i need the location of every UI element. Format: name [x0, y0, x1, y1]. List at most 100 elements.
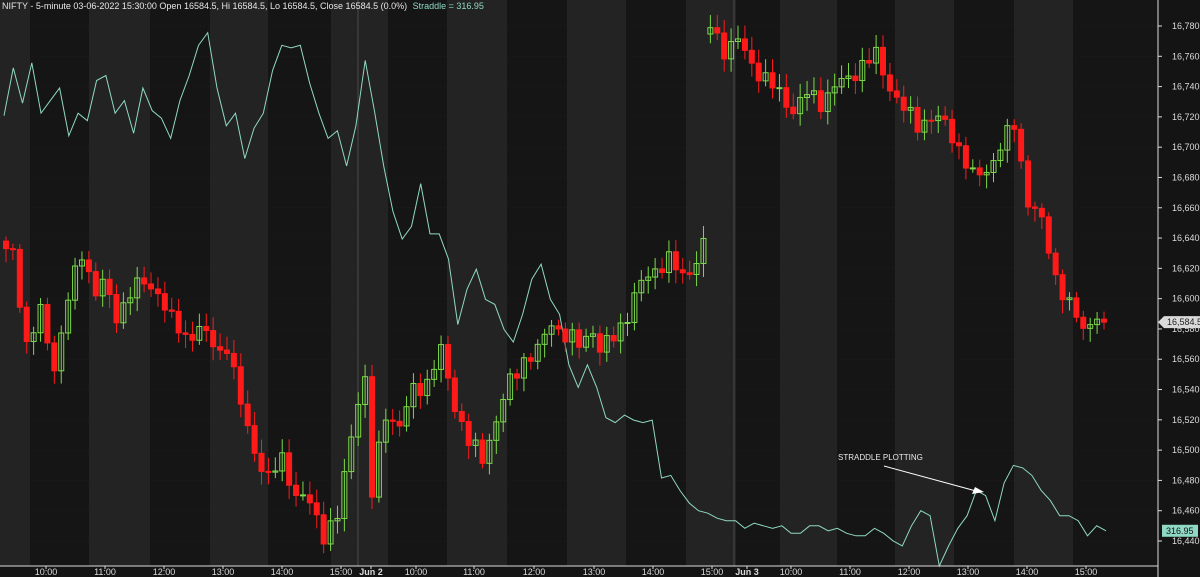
x-tick-label: 11:00	[94, 567, 116, 577]
hour-band	[447, 0, 507, 566]
candle-body	[914, 106, 921, 133]
candle-body	[369, 376, 375, 498]
candle-body	[451, 377, 458, 413]
candle-body	[976, 167, 983, 176]
candle-body	[880, 46, 887, 76]
candle-body	[9, 248, 16, 251]
candle-body	[389, 419, 396, 422]
candle-body	[672, 251, 679, 271]
candle-body	[293, 484, 300, 496]
candle-body	[949, 118, 956, 144]
x-tick-label: 13:00	[212, 567, 235, 577]
candle-body	[148, 283, 155, 290]
y-tick-label: 16,480	[1172, 475, 1200, 485]
x-tick-label: 11:00	[839, 567, 861, 577]
y-tick-label: 16,600	[1172, 294, 1200, 304]
candle-body	[1080, 316, 1087, 329]
x-tick-label: 15:00	[701, 567, 724, 577]
x-tick-label: 14:00	[1016, 567, 1039, 577]
candle-body	[182, 332, 189, 335]
candle-body	[1045, 216, 1052, 254]
candle-body	[203, 326, 210, 332]
candle-body	[106, 278, 113, 296]
candle-body	[942, 115, 949, 120]
candle-body	[514, 373, 521, 379]
x-tick-label: 14:00	[271, 567, 294, 577]
y-tick-label: 16,660	[1172, 203, 1200, 213]
candle-body	[299, 494, 306, 497]
candle-body	[576, 329, 583, 348]
y-tick-label: 16,620	[1172, 263, 1200, 273]
candle-body	[527, 357, 534, 362]
candle-body	[748, 49, 755, 64]
y-tick-label: 16,740	[1172, 82, 1200, 92]
x-tick-label: 13:00	[957, 567, 980, 577]
candle-body	[686, 272, 693, 275]
straddle-marker-label: 316.95	[1166, 526, 1194, 536]
candle-body	[3, 240, 9, 250]
x-tick-label: 12:00	[153, 567, 176, 577]
x-tick-label: 10:00	[405, 567, 428, 577]
candle-body	[1073, 297, 1080, 318]
candle-body	[624, 321, 631, 324]
candle-body	[886, 74, 893, 92]
candle-body	[1101, 318, 1107, 323]
candle-body	[769, 72, 776, 89]
candle-body	[479, 439, 486, 464]
candle-body	[1059, 274, 1066, 301]
candle-body	[721, 32, 728, 60]
y-tick-label: 16,720	[1172, 112, 1200, 122]
y-tick-label: 16,460	[1172, 506, 1200, 516]
candle-body	[51, 342, 58, 372]
hour-band	[0, 0, 30, 566]
candle-body	[596, 333, 603, 353]
candle-body	[900, 96, 907, 111]
x-tick-label: 14:00	[642, 567, 665, 577]
candle-body	[230, 352, 237, 368]
y-tick-label: 16,560	[1172, 354, 1200, 364]
candle-body	[1052, 252, 1059, 276]
candle-body	[85, 259, 92, 273]
candle-body	[776, 87, 783, 90]
candle-body	[161, 293, 168, 311]
chart-canvas: 16,440 16,460 16,480 16,500 16,520 16,540 16,5…	[0, 0, 1200, 577]
candle-body	[223, 349, 230, 354]
candle-body	[210, 330, 217, 348]
candle-body	[320, 514, 327, 545]
hour-band	[780, 0, 837, 566]
candle-body	[790, 106, 797, 115]
x-tick-label: 10:00	[780, 567, 803, 577]
candle-body	[417, 382, 424, 397]
x-tick-label: Jun 3	[735, 567, 759, 577]
candle-body	[741, 38, 748, 51]
hour-band	[567, 0, 626, 566]
candle-body	[1018, 128, 1025, 162]
y-tick-label: 16,700	[1172, 142, 1200, 152]
candle-body	[714, 27, 721, 34]
candle	[16, 244, 23, 313]
candle-body	[1038, 207, 1045, 218]
candle	[369, 364, 375, 510]
candle-body	[92, 271, 99, 297]
candle-body	[23, 306, 30, 343]
candle-body	[893, 90, 900, 98]
x-tick-label: 11:00	[463, 567, 485, 577]
candle-body	[154, 288, 161, 295]
candle-body	[962, 145, 969, 169]
candle	[44, 297, 51, 351]
candle-body	[465, 421, 472, 446]
candle-body	[16, 248, 23, 308]
candle-body	[852, 75, 859, 82]
candle-body	[969, 167, 976, 170]
price-marker: 16,584.5	[1158, 316, 1200, 329]
candle-body	[237, 366, 244, 405]
candle-body	[755, 62, 762, 82]
candle-body	[659, 268, 666, 274]
y-tick-label: 16,760	[1172, 51, 1200, 61]
y-tick-label: 16,640	[1172, 233, 1200, 243]
hour-band	[331, 0, 388, 566]
candle-body	[555, 325, 562, 330]
x-tick-label: 15:00	[1075, 567, 1098, 577]
hour-band	[895, 0, 954, 566]
candle-body	[113, 294, 120, 324]
